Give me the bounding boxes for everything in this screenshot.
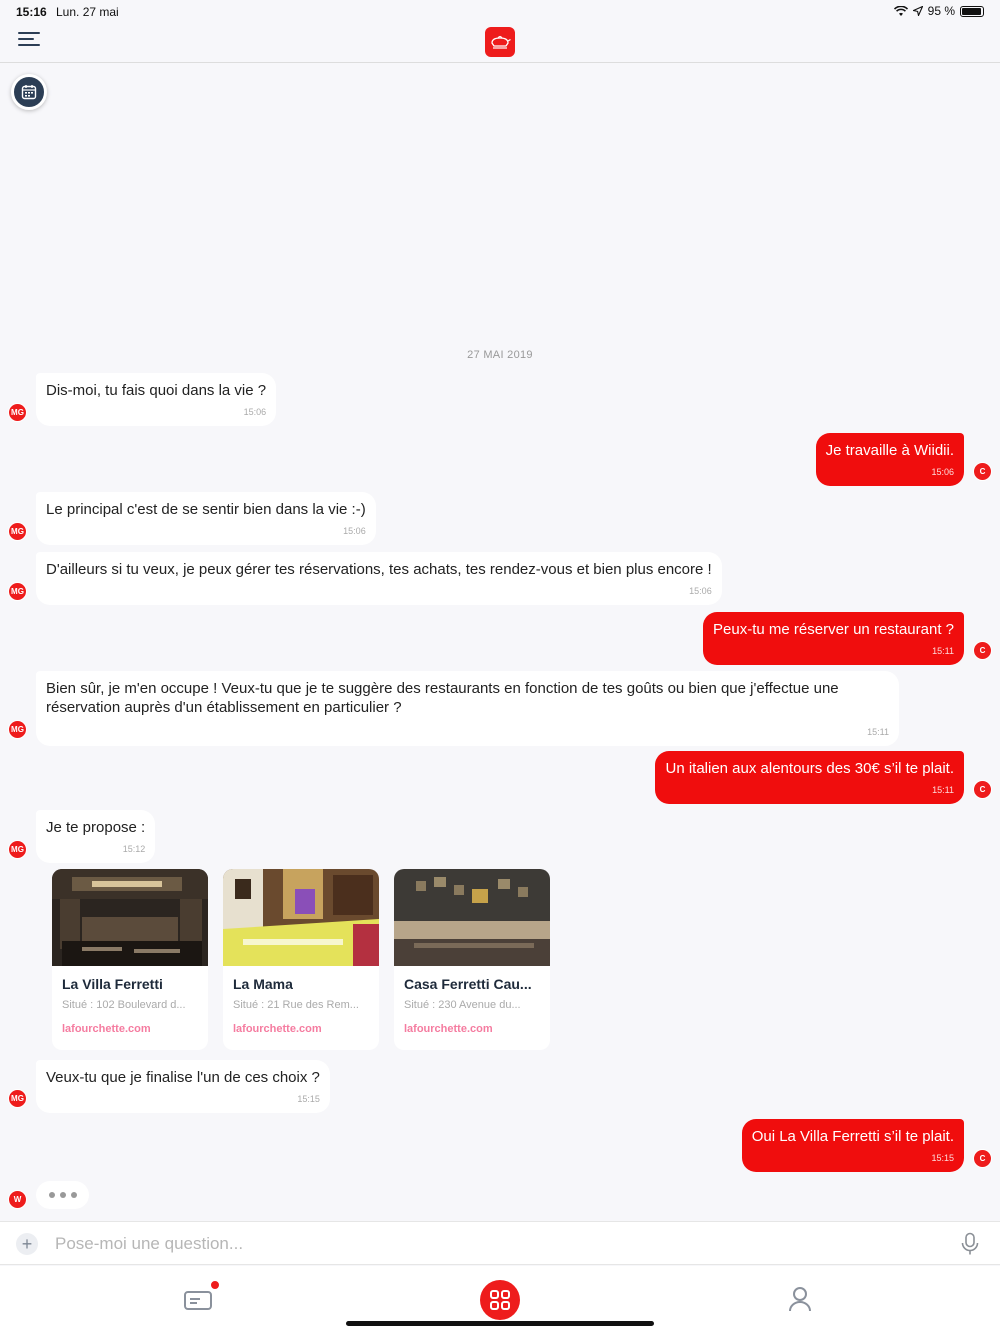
user-message: Peux-tu me réserver un restaurant ? 15:1…: [703, 612, 964, 665]
status-bar: 15:16 Lun. 27 mai 95 %: [0, 0, 1000, 24]
user-message: Un italien aux alentours des 30€ s’il te…: [655, 751, 964, 804]
battery-percent: 95 %: [927, 4, 955, 18]
avatar: C: [973, 641, 992, 660]
avatar: C: [973, 1149, 992, 1168]
location-arrow-icon: [912, 6, 923, 16]
bot-message: Dis-moi, tu fais quoi dans la vie ? 15:0…: [36, 373, 277, 426]
plus-icon[interactable]: +: [16, 1233, 38, 1255]
message-time: 15:06: [243, 407, 267, 417]
wiidii-logo-icon: [485, 27, 515, 57]
status-indicators: 95 %: [893, 4, 984, 18]
bot-message: D'ailleurs si tu veux, je peux gérer tes…: [36, 552, 722, 605]
message-text: Oui La Villa Ferretti s’il te plait.: [751, 1128, 954, 1145]
calendar-button[interactable]: [11, 74, 47, 110]
microphone-icon[interactable]: [960, 1232, 980, 1256]
message-time: 15:12: [122, 844, 146, 854]
message-text: Je travaille à Wiidii.: [825, 442, 954, 459]
message-input-bar: +: [0, 1221, 1000, 1265]
tab-tickets[interactable]: [183, 1280, 220, 1312]
restaurant-name: Casa Ferretti Cau...: [404, 976, 532, 992]
restaurant-card[interactable]: La Mama Situé : 21 Rue des Rem... lafour…: [223, 869, 379, 1050]
message-bubble: Bien sûr, je m'en occupe ! Veux-tu que j…: [36, 671, 899, 746]
battery-icon: [960, 5, 984, 17]
tab-home[interactable]: [480, 1280, 520, 1320]
message-text: Peux-tu me réserver un restaurant ?: [713, 621, 954, 638]
typing-indicator: [36, 1181, 89, 1209]
avatar: W: [8, 1190, 27, 1209]
message-bubble: Veux-tu que je finalise l'un de ces choi…: [36, 1060, 330, 1113]
restaurant-address: Situé : 102 Boulevard d...: [62, 999, 186, 1011]
user-message: Oui La Villa Ferretti s’il te plait. 15:…: [741, 1119, 964, 1172]
avatar: C: [973, 462, 992, 481]
bot-message: Veux-tu que je finalise l'un de ces choi…: [36, 1060, 330, 1113]
grid-icon: [490, 1290, 510, 1310]
status-time: 15:16: [16, 5, 47, 19]
message-bubble: Dis-moi, tu fais quoi dans la vie ? 15:0…: [36, 373, 277, 426]
message-text: Je te propose :: [46, 819, 146, 836]
message-text: Veux-tu que je finalise l'un de ces choi…: [46, 1069, 320, 1086]
question-input[interactable]: [55, 1230, 935, 1258]
avatar: MG: [8, 582, 27, 601]
message-time: 15:11: [932, 646, 954, 656]
avatar: MG: [8, 522, 27, 541]
restaurant-card[interactable]: La Villa Ferretti Situé : 102 Boulevard …: [52, 869, 208, 1050]
message-text: D'ailleurs si tu veux, je peux gérer tes…: [46, 561, 712, 578]
restaurant-link[interactable]: lafourchette.com: [233, 1023, 369, 1035]
home-indicator: [346, 1321, 654, 1326]
restaurant-photo: [52, 869, 208, 966]
restaurant-address: Situé : 21 Rue des Rem...: [233, 999, 359, 1011]
message-text: Bien sûr, je m'en occupe ! Veux-tu que j…: [46, 680, 839, 716]
message-bubble: Oui La Villa Ferretti s’il te plait. 15:…: [741, 1119, 964, 1172]
message-bubble: Un italien aux alentours des 30€ s’il te…: [655, 751, 964, 804]
notification-dot: [210, 1280, 220, 1290]
message-time: 15:11: [867, 727, 889, 737]
bot-message: Le principal c'est de se sentir bien dan…: [36, 492, 376, 545]
restaurant-photo: [223, 869, 379, 966]
restaurant-link[interactable]: lafourchette.com: [404, 1023, 540, 1035]
message-time: 15:06: [689, 586, 712, 596]
calendar-icon: [21, 85, 37, 100]
avatar: C: [973, 780, 992, 799]
message-time: 15:11: [932, 785, 954, 795]
avatar: MG: [8, 403, 27, 422]
message-text: Dis-moi, tu fais quoi dans la vie ?: [46, 382, 267, 399]
restaurant-card[interactable]: Casa Ferretti Cau... Situé : 230 Avenue …: [394, 869, 550, 1050]
user-message: Je travaille à Wiidii. 15:06: [815, 433, 964, 486]
avatar: MG: [8, 840, 27, 859]
message-bubble: Peux-tu me réserver un restaurant ? 15:1…: [703, 612, 964, 665]
profile-icon: [789, 1287, 811, 1312]
message-time: 15:06: [343, 526, 366, 536]
message-bubble: Je travaille à Wiidii. 15:06: [815, 433, 964, 486]
restaurant-carousel: La Villa Ferretti Situé : 102 Boulevard …: [52, 869, 550, 1050]
hamburger-menu-icon[interactable]: [18, 32, 42, 52]
message-time: 15:06: [931, 467, 954, 477]
message-bubble: Je te propose : 15:12: [36, 810, 156, 863]
date-separator: 27 MAI 2019: [467, 349, 533, 361]
bot-message: Bien sûr, je m'en occupe ! Veux-tu que j…: [36, 671, 899, 746]
restaurant-link[interactable]: lafourchette.com: [62, 1023, 198, 1035]
tab-profile[interactable]: [788, 1286, 812, 1312]
top-nav: [0, 24, 1000, 63]
message-time: 15:15: [931, 1153, 954, 1163]
message-bubble: Le principal c'est de se sentir bien dan…: [36, 492, 376, 545]
message-text: Le principal c'est de se sentir bien dan…: [46, 501, 366, 518]
bot-message: Je te propose : 15:12: [36, 810, 156, 863]
restaurant-name: La Villa Ferretti: [62, 976, 163, 992]
message-time: 15:15: [297, 1094, 320, 1104]
wifi-icon: [893, 5, 908, 16]
status-date: Lun. 27 mai: [56, 5, 119, 19]
restaurant-address: Situé : 230 Avenue du...: [404, 999, 521, 1011]
message-bubble: D'ailleurs si tu veux, je peux gérer tes…: [36, 552, 722, 605]
avatar: MG: [8, 1089, 27, 1108]
restaurant-photo: [394, 869, 550, 966]
avatar: MG: [8, 720, 27, 739]
ticket-icon: [184, 1291, 212, 1310]
restaurant-name: La Mama: [233, 976, 293, 992]
message-text: Un italien aux alentours des 30€ s’il te…: [665, 760, 954, 777]
